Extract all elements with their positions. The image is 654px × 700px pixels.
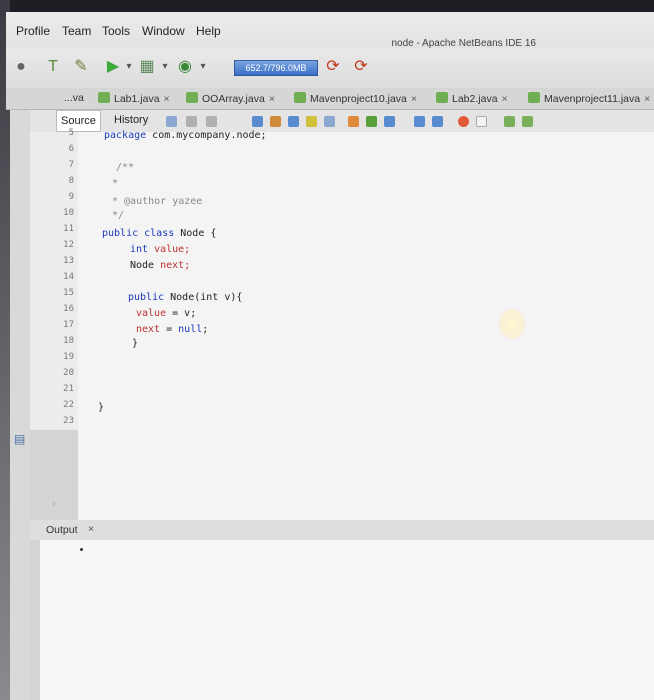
toggle-highlight-icon[interactable] — [306, 116, 317, 127]
main-toolbar: ● T ✎ ▶ ▾ ▦ ▾ ◉ ▾ 652.7/796.0MB ⟳ ⟳ — [6, 48, 654, 88]
line-number: 20 — [63, 368, 74, 378]
code-line-8: * — [112, 178, 119, 189]
tab-ooarray[interactable]: OOArray.java × — [186, 92, 275, 105]
line-number: 6 — [68, 144, 74, 154]
left-side-panel: ▤ — [10, 110, 30, 700]
clean-build-icon[interactable]: ✎ — [70, 56, 92, 78]
text-cursor — [80, 548, 83, 551]
code-line-15: public Node(int v){ — [128, 292, 243, 303]
stop-macro-icon[interactable] — [476, 116, 487, 127]
code-line-12: int value; — [130, 244, 191, 255]
line-number: 10 — [63, 208, 74, 218]
code-line-9: * @author yazee — [112, 196, 203, 207]
java-file-icon — [98, 92, 110, 103]
shift-left-icon[interactable] — [414, 116, 425, 127]
line-number: 18 — [63, 336, 74, 346]
line-number: 9 — [68, 192, 74, 202]
code-line-17: next = null; — [136, 324, 209, 335]
line-number: 14 — [63, 272, 74, 282]
menu-window[interactable]: Window — [142, 24, 185, 38]
code-line-16: value = v; — [136, 308, 197, 319]
last-edit-icon[interactable] — [166, 116, 177, 127]
toggle-rect-selection-icon[interactable] — [324, 116, 335, 127]
start-macro-icon[interactable] — [458, 116, 469, 127]
profile-dropdown-icon[interactable]: ▾ — [192, 56, 214, 78]
memory-meter[interactable]: 652.7/796.0MB — [234, 60, 318, 76]
code-line-18: } — [132, 338, 139, 349]
forward-icon[interactable] — [206, 116, 217, 127]
menu-bar: Profile Team Tools Window Help node - Ap… — [6, 12, 654, 49]
tab-history[interactable]: History — [114, 114, 148, 126]
debug-dropdown-icon[interactable]: ▾ — [154, 56, 176, 78]
code-line-10: */ — [112, 210, 125, 221]
hammer-build-icon[interactable]: T — [42, 56, 64, 78]
line-number: 21 — [63, 384, 74, 394]
menu-team[interactable]: Team — [62, 24, 91, 38]
tab-lab2[interactable]: Lab2.java × — [436, 92, 508, 105]
prev-bookmark-icon[interactable] — [348, 116, 359, 127]
toggle-bookmark-icon[interactable] — [384, 116, 395, 127]
code-line-13: Node next; — [130, 260, 191, 271]
code-line-7: /** — [116, 162, 135, 173]
line-number: 13 — [63, 256, 74, 266]
close-icon[interactable]: × — [164, 93, 170, 105]
screen-glare — [498, 308, 526, 340]
code-line-11: public class Node { — [102, 228, 217, 239]
find-next-icon[interactable] — [288, 116, 299, 127]
code-editor[interactable]: package com.mycompany.node; /** * * @aut… — [78, 130, 654, 520]
line-number: 16 — [63, 304, 74, 314]
java-file-icon — [436, 92, 448, 103]
line-number: 22 — [63, 400, 74, 410]
monitor-frame — [0, 0, 654, 12]
comment-icon[interactable] — [504, 116, 515, 127]
line-number: 19 — [63, 352, 74, 362]
code-line-22: } — [98, 402, 105, 413]
line-number-gutter: 5 6 7 8 9 10 11 12 13 14 15 16 17 18 19 … — [30, 128, 94, 430]
gc-icon[interactable]: ⟳ — [322, 56, 344, 78]
close-icon[interactable]: × — [411, 93, 417, 105]
code-line-5: package com.mycompany.node; — [104, 130, 267, 141]
tab-lab1[interactable]: Lab1.java × — [98, 92, 170, 105]
line-number: 12 — [63, 240, 74, 250]
menu-profile[interactable]: Profile — [16, 24, 50, 38]
java-file-icon — [294, 92, 306, 103]
next-bookmark-icon[interactable] — [366, 116, 377, 127]
chevron-right-icon[interactable]: › — [52, 496, 56, 510]
output-panel-header: Output × — [30, 520, 654, 540]
line-number: 23 — [63, 416, 74, 426]
line-number: 8 — [68, 176, 74, 186]
close-icon[interactable]: × — [269, 93, 275, 105]
back-icon[interactable] — [186, 116, 197, 127]
line-number: 7 — [68, 160, 74, 170]
shift-right-icon[interactable] — [432, 116, 443, 127]
output-tab-label[interactable]: Output — [46, 524, 78, 536]
tab-mavenproject11[interactable]: Mavenproject11.java × — [528, 92, 650, 105]
line-number: 17 — [63, 320, 74, 330]
line-number: 11 — [63, 224, 74, 234]
gc-alt-icon[interactable]: ⟳ — [350, 56, 372, 78]
tab-mavenproject10[interactable]: Mavenproject10.java × — [294, 92, 417, 105]
close-icon[interactable]: × — [644, 93, 650, 105]
menu-tools[interactable]: Tools — [102, 24, 130, 38]
line-number: 15 — [63, 288, 74, 298]
file-tab-bar: ...va Lab1.java × OOArray.java × Mavenproj… — [6, 88, 654, 110]
editor-toolbar: Source History — [30, 110, 654, 132]
find-previous-icon[interactable] — [270, 116, 281, 127]
projects-icon[interactable]: ▤ — [14, 432, 30, 446]
close-icon[interactable]: × — [502, 93, 508, 105]
tab-overflow[interactable]: ...va — [64, 92, 84, 104]
line-number: 5 — [68, 128, 74, 138]
uncomment-icon[interactable] — [522, 116, 533, 127]
menu-help[interactable]: Help — [196, 24, 221, 38]
java-file-icon — [528, 92, 540, 103]
find-icon[interactable] — [252, 116, 263, 127]
output-panel[interactable] — [40, 540, 654, 700]
java-file-icon — [186, 92, 198, 103]
close-icon[interactable]: × — [88, 523, 94, 535]
clean-icon[interactable]: ● — [10, 56, 32, 78]
